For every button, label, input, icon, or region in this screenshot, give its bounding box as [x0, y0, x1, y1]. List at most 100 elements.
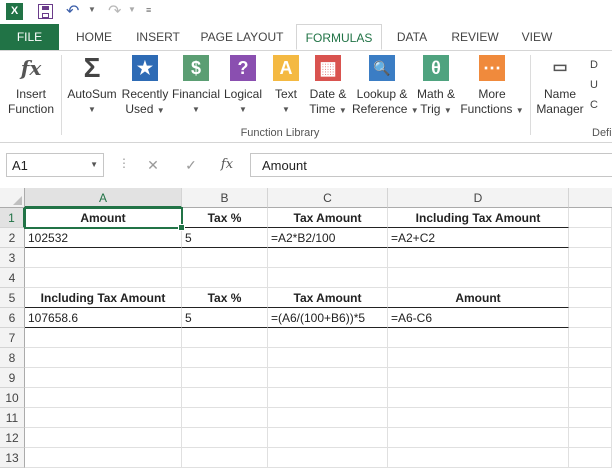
cell-c12[interactable]	[268, 428, 388, 448]
row-header-8[interactable]: 8	[0, 348, 25, 368]
cell-c6[interactable]: =(A6/(100+B6))*5	[268, 308, 388, 328]
row-header-6[interactable]: 6	[0, 308, 25, 328]
row-header-11[interactable]: 11	[0, 408, 25, 428]
cell-d12[interactable]	[388, 428, 569, 448]
column-header-c[interactable]: C	[268, 188, 388, 208]
cell-b7[interactable]	[182, 328, 268, 348]
cell-e12[interactable]	[569, 428, 612, 448]
cell-d3[interactable]	[388, 248, 569, 268]
customize-qat-icon[interactable]: ≡	[146, 5, 151, 15]
tab-data[interactable]: DATA	[388, 24, 436, 50]
logical-button[interactable]: ? Logical ▼	[222, 55, 264, 117]
cell-b1[interactable]: Tax %	[182, 208, 268, 228]
cell-b9[interactable]	[182, 368, 268, 388]
cell-d5[interactable]: Amount	[388, 288, 569, 308]
create-from-selection-partial[interactable]: C	[590, 95, 612, 115]
cell-d2[interactable]: =A2+C2	[388, 228, 569, 248]
cell-c11[interactable]	[268, 408, 388, 428]
cell-a4[interactable]	[25, 268, 182, 288]
column-header-a[interactable]: A	[25, 188, 182, 208]
cell-e4[interactable]	[569, 268, 612, 288]
lookup-reference-button[interactable]: 🔍 Lookup & Reference ▼	[352, 55, 419, 118]
column-header-b[interactable]: B	[182, 188, 268, 208]
cell-e10[interactable]	[569, 388, 612, 408]
tab-formulas[interactable]: FORMULAS	[296, 24, 382, 50]
select-all-corner[interactable]	[0, 188, 25, 208]
cell-b11[interactable]	[182, 408, 268, 428]
cell-a13[interactable]	[25, 448, 182, 468]
cell-c9[interactable]	[268, 368, 388, 388]
row-header-5[interactable]: 5	[0, 288, 25, 308]
row-header-13[interactable]: 13	[0, 448, 25, 468]
cell-d7[interactable]	[388, 328, 569, 348]
text-button[interactable]: A Text ▼	[268, 55, 304, 117]
cell-e11[interactable]	[569, 408, 612, 428]
cell-a5[interactable]: Including Tax Amount	[25, 288, 182, 308]
cell-b10[interactable]	[182, 388, 268, 408]
financial-button[interactable]: $ Financial ▼	[170, 55, 222, 117]
column-header-d[interactable]: D	[388, 188, 569, 208]
enter-icon[interactable]: ✓	[180, 154, 202, 176]
cell-d4[interactable]	[388, 268, 569, 288]
name-box[interactable]: A1 ▼	[6, 153, 104, 177]
cell-b6[interactable]: 5	[182, 308, 268, 328]
tab-file[interactable]: FILE	[0, 24, 59, 50]
cell-e13[interactable]	[569, 448, 612, 468]
cell-c2[interactable]: =A2*B2/100	[268, 228, 388, 248]
tab-view[interactable]: VIEW	[514, 24, 560, 50]
cell-b5[interactable]: Tax %	[182, 288, 268, 308]
undo-icon[interactable]: ↶	[66, 1, 79, 21]
cell-a9[interactable]	[25, 368, 182, 388]
cell-a3[interactable]	[25, 248, 182, 268]
cell-c4[interactable]	[268, 268, 388, 288]
chevron-down-icon[interactable]: ▼	[90, 160, 98, 169]
cell-d13[interactable]	[388, 448, 569, 468]
insert-function-button[interactable]: fx Insert Function	[4, 55, 58, 117]
cancel-icon[interactable]: ✕	[142, 154, 164, 176]
cell-c8[interactable]	[268, 348, 388, 368]
recently-used-button[interactable]: ★ Recently Used ▼	[120, 55, 170, 118]
date-time-button[interactable]: ▦ Date & Time ▼	[304, 55, 352, 118]
cell-d11[interactable]	[388, 408, 569, 428]
cell-a8[interactable]	[25, 348, 182, 368]
cell-d8[interactable]	[388, 348, 569, 368]
formula-input[interactable]: Amount	[250, 153, 612, 177]
cell-e2[interactable]	[569, 228, 612, 248]
cell-d6[interactable]: =A6-C6	[388, 308, 569, 328]
cell-e6[interactable]	[569, 308, 612, 328]
tab-review[interactable]: REVIEW	[444, 24, 506, 50]
cell-a12[interactable]	[25, 428, 182, 448]
cell-a7[interactable]	[25, 328, 182, 348]
row-header-12[interactable]: 12	[0, 428, 25, 448]
name-manager-button[interactable]: ▭ Name Manager	[534, 55, 586, 117]
cell-c3[interactable]	[268, 248, 388, 268]
autosum-button[interactable]: Σ AutoSum ▼	[64, 54, 120, 117]
undo-dropdown-icon[interactable]: ▼	[88, 5, 96, 14]
row-header-1[interactable]: 1	[0, 208, 25, 228]
row-header-9[interactable]: 9	[0, 368, 25, 388]
cell-a2[interactable]: 102532	[25, 228, 182, 248]
cell-a11[interactable]	[25, 408, 182, 428]
row-header-2[interactable]: 2	[0, 228, 25, 248]
cell-d10[interactable]	[388, 388, 569, 408]
cell-c7[interactable]	[268, 328, 388, 348]
cell-c13[interactable]	[268, 448, 388, 468]
tab-insert[interactable]: INSERT	[130, 24, 186, 50]
row-header-7[interactable]: 7	[0, 328, 25, 348]
insert-function-icon[interactable]: fx	[216, 154, 238, 176]
cell-b8[interactable]	[182, 348, 268, 368]
cell-c1[interactable]: Tax Amount	[268, 208, 388, 228]
cell-e7[interactable]	[569, 328, 612, 348]
cell-b12[interactable]	[182, 428, 268, 448]
cell-b13[interactable]	[182, 448, 268, 468]
cell-e3[interactable]	[569, 248, 612, 268]
define-name-partial[interactable]: D	[590, 55, 612, 75]
use-in-formula-partial[interactable]: U	[590, 75, 612, 95]
cell-a1[interactable]: Amount	[25, 208, 182, 228]
save-icon[interactable]	[38, 4, 53, 19]
cell-c5[interactable]: Tax Amount	[268, 288, 388, 308]
row-header-10[interactable]: 10	[0, 388, 25, 408]
cell-e5[interactable]	[569, 288, 612, 308]
column-header-e[interactable]	[569, 188, 612, 208]
cell-c10[interactable]	[268, 388, 388, 408]
